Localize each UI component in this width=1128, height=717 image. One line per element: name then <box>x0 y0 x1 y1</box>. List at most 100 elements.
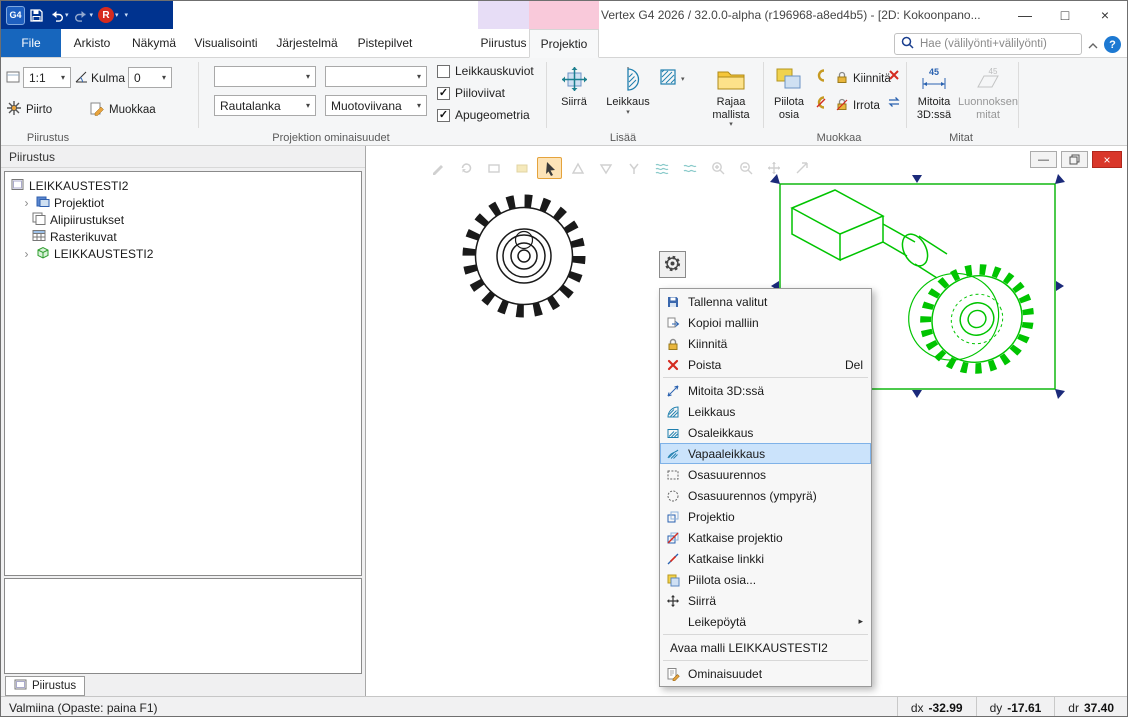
projection-style-combobox[interactable] <box>214 66 316 87</box>
wave-tool-icon[interactable] <box>677 157 702 179</box>
tab-file[interactable]: File <box>1 29 61 57</box>
tree-item-projektiot[interactable]: › Projektiot <box>7 194 359 211</box>
tab-pistepilvet[interactable]: Pistepilvet <box>347 29 423 57</box>
tree-item-model[interactable]: › LEIKKAUSTESTI2 <box>7 245 359 262</box>
tab-nakyma[interactable]: Näkymä <box>123 29 185 57</box>
detach-button[interactable] <box>887 68 901 82</box>
piilota-osia-button[interactable]: Piilota osia <box>767 64 811 121</box>
menu-item-vapaaleikkaus[interactable]: Vapaaleikkaus <box>660 443 871 464</box>
document-minimize-button[interactable]: — <box>1030 151 1057 168</box>
inverted-triangle-tool-icon[interactable] <box>593 157 618 179</box>
document-restore-button[interactable] <box>1061 151 1088 168</box>
tab-visualisointi[interactable]: Visualisointi <box>185 29 267 57</box>
window-controls: — □ × <box>1005 1 1125 28</box>
rautalanka-combobox[interactable]: Rautalanka <box>214 95 316 116</box>
redo-button[interactable] <box>73 5 95 25</box>
apugeometria-checkbox[interactable]: ✓ Apugeometria <box>437 108 530 122</box>
menu-item-mitoita-3d[interactable]: Mitoita 3D:ssä <box>660 380 871 401</box>
piirto-button[interactable]: Piirto <box>6 100 52 119</box>
drawing-canvas[interactable]: — × <box>367 146 1128 696</box>
undo-button[interactable] <box>48 5 70 25</box>
menu-item-osasuurennos[interactable]: Osasuurennos <box>660 464 871 485</box>
minimize-button[interactable]: — <box>1005 1 1045 28</box>
menu-item-siirra[interactable]: Siirrä <box>660 590 871 611</box>
section-variant-dropdown[interactable]: ▾ <box>659 67 685 90</box>
zoom-out-tool-icon[interactable] <box>733 157 758 179</box>
select-tool-icon[interactable] <box>537 157 562 179</box>
sidebar-bottom-tab-piirustus[interactable]: Piirustus <box>5 676 85 696</box>
menu-item-leikepoyta[interactable]: Leikepöytä ▸ <box>660 611 871 632</box>
menu-item-osaleikkaus[interactable]: Osaleikkaus <box>660 422 871 443</box>
hatch-tool-icon[interactable] <box>649 157 674 179</box>
maximize-button[interactable]: □ <box>1045 1 1085 28</box>
menu-item-kopioi-malliin[interactable]: Kopioi malliin <box>660 312 871 333</box>
kulma-combobox[interactable]: 0 <box>128 67 172 88</box>
triangle-tool-icon[interactable] <box>565 157 590 179</box>
menu-item-katkaise-linkki[interactable]: Katkaise linkki <box>660 548 871 569</box>
search-input[interactable]: Hae (välilyönti+välilyönti) <box>894 33 1082 55</box>
siirra-button[interactable]: Siirrä <box>551 64 597 109</box>
menu-item-label: Osaleikkaus <box>688 426 863 440</box>
help-button[interactable]: ? <box>1104 36 1121 53</box>
menu-item-label: Osasuurennos (ympyrä) <box>688 489 863 503</box>
rectangle-tool-icon[interactable] <box>481 157 506 179</box>
menu-item-osasuurennos-ympyra[interactable]: Osasuurennos (ympyrä) <box>660 485 871 506</box>
menu-item-piilota-osia[interactable]: Piilota osia... <box>660 569 871 590</box>
tab-arkisto[interactable]: Arkisto <box>61 29 123 57</box>
submenu-arrow-icon: ▸ <box>858 616 863 627</box>
measure-tool-icon[interactable] <box>789 157 814 179</box>
tree-item-drawing-root[interactable]: LEIKKAUSTESTI2 <box>7 177 359 194</box>
break-link-icon <box>664 551 682 567</box>
projection-style2-combobox[interactable] <box>325 66 427 87</box>
kiinnita-button[interactable]: Kiinnitä <box>835 70 891 87</box>
pan-tool-icon[interactable] <box>761 157 786 179</box>
menu-item-poista[interactable]: Poista Del <box>660 354 871 375</box>
menu-item-tallenna-valitut[interactable]: Tallenna valitut <box>660 291 871 312</box>
close-button[interactable]: × <box>1085 1 1125 28</box>
angle-icon <box>73 69 89 88</box>
section-icon <box>614 64 642 94</box>
document-close-button[interactable]: × <box>1092 151 1122 168</box>
zoom-in-tool-icon[interactable] <box>705 157 730 179</box>
properties-icon <box>664 666 682 682</box>
tree-item-alipiirustukset[interactable]: Alipiirustukset <box>7 211 359 228</box>
collapse-ribbon-icon[interactable] <box>1088 39 1098 47</box>
muotoviivana-combobox[interactable]: Muotoviivana <box>325 95 427 116</box>
expander-icon[interactable]: › <box>21 197 32 209</box>
save-button[interactable] <box>28 5 45 25</box>
revision-button[interactable]: R <box>97 5 120 25</box>
menu-item-projektio[interactable]: Projektio <box>660 506 871 527</box>
piiloviivat-checkbox[interactable]: ✓ Piiloviivat <box>437 86 505 100</box>
tab-jarjestelma[interactable]: Järjestelmä <box>267 29 347 57</box>
leikkauskuviot-checkbox[interactable]: Leikkauskuviot <box>437 64 534 78</box>
leikkaus-button[interactable]: Leikkaus ▾ <box>602 64 654 117</box>
gear-2d-projection[interactable] <box>469 201 579 311</box>
rotate-tool-icon[interactable] <box>453 157 478 179</box>
pencil-tool-icon[interactable] <box>425 157 450 179</box>
mitoita-3d-button[interactable]: 45 Mitoita 3D:ssä <box>909 64 959 121</box>
model-cube-icon <box>36 246 50 262</box>
swap-button[interactable] <box>887 95 901 109</box>
expander-icon[interactable]: › <box>21 248 32 260</box>
irrota-button[interactable]: Irrota <box>835 97 880 114</box>
menu-item-leikkaus[interactable]: Leikkaus <box>660 401 871 422</box>
tab-piirustus[interactable]: Piirustus <box>478 29 529 57</box>
qat-customize-button[interactable] <box>123 5 130 25</box>
context-settings-button[interactable] <box>659 251 686 278</box>
menu-item-avaa-malli[interactable]: Avaa malli LEIKKAUSTESTI2 <box>660 637 871 658</box>
muokkaa-button[interactable]: Muokkaa <box>89 100 156 119</box>
app-logo[interactable]: G4 <box>6 6 25 25</box>
menu-item-kiinnita[interactable]: Kiinnitä <box>660 333 871 354</box>
scale-combobox[interactable]: 1:1 <box>23 67 71 88</box>
tree-item-rasterikuvat[interactable]: Rasterikuvat <box>7 228 359 245</box>
tab-projektio-active[interactable]: Projektio <box>529 29 599 58</box>
menu-item-ominaisuudet[interactable]: Ominaisuudet <box>660 663 871 684</box>
branch-tool-icon[interactable] <box>621 157 646 179</box>
clip-add-button[interactable] <box>813 68 828 83</box>
rajaa-mallista-button[interactable]: Rajaa mallista ▾ <box>701 64 761 129</box>
menu-item-katkaise-projektio[interactable]: Katkaise projektio <box>660 527 871 548</box>
clip-remove-button[interactable] <box>813 95 828 110</box>
svg-text:45: 45 <box>989 67 998 76</box>
fill-rectangle-tool-icon[interactable] <box>509 157 534 179</box>
checkbox-box: ✓ <box>437 109 450 122</box>
